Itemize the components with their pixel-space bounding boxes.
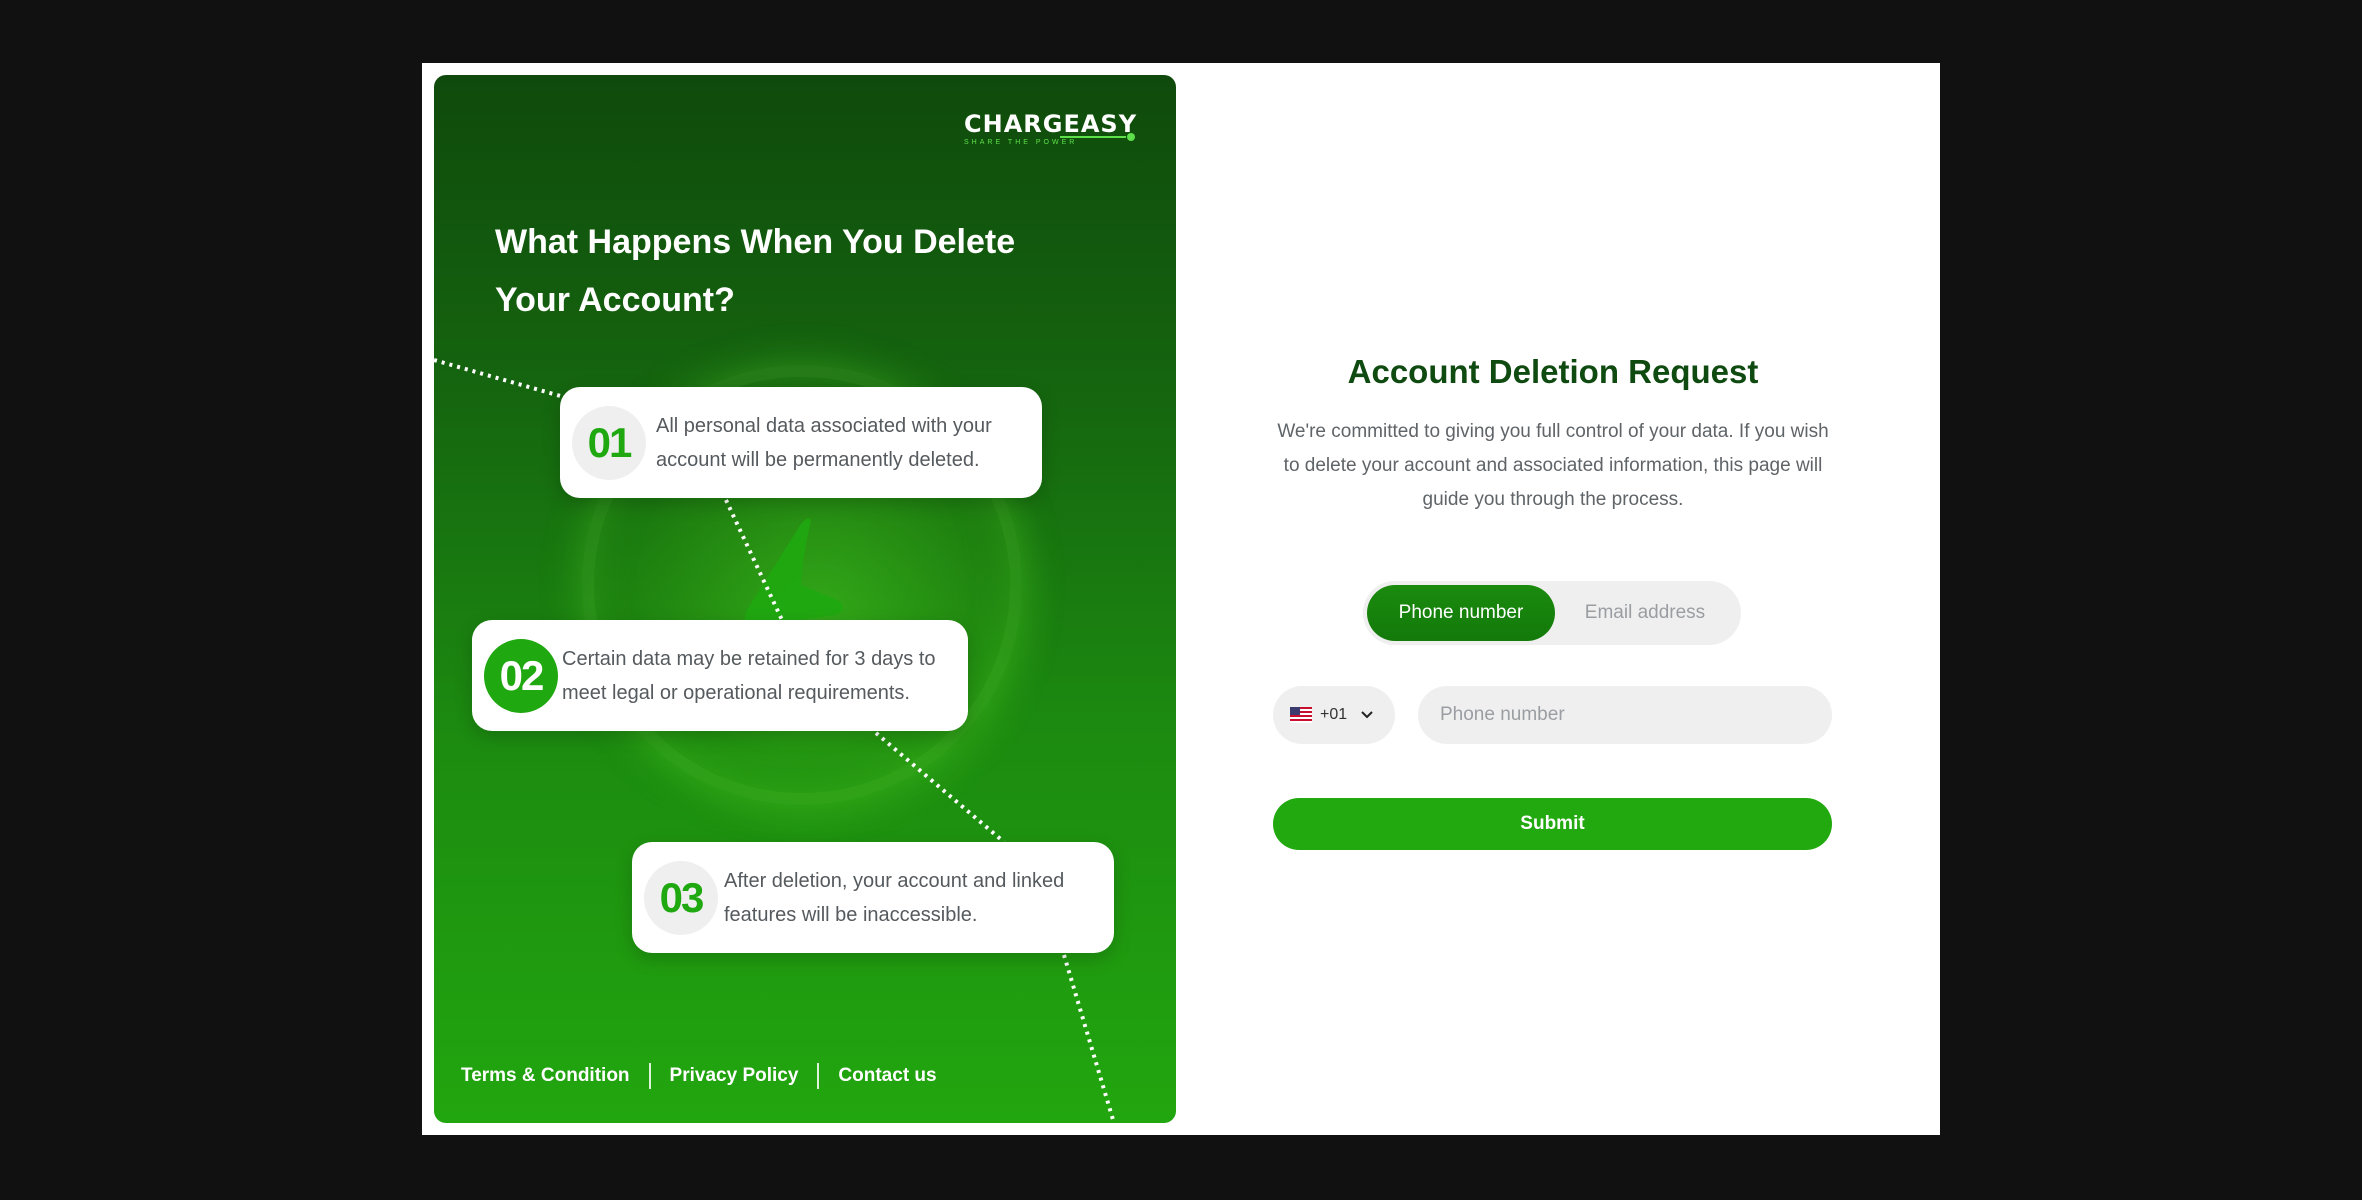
promo-title: What Happens When You Delete Your Accoun…	[495, 223, 1016, 319]
terms-link[interactable]: Terms & Condition	[461, 1065, 630, 1087]
dial-code: +01	[1320, 706, 1348, 723]
step-number: 02	[484, 638, 558, 713]
footer-divider	[817, 1063, 820, 1089]
us-flag-icon	[1290, 707, 1312, 723]
step-card-3: 03 After deletion, your account and link…	[632, 842, 1114, 953]
chevron-down-icon	[1361, 711, 1373, 719]
page-frame: CHARGEASY SHARE THE POWER What Happens W…	[422, 63, 1940, 1135]
step-text: All personal data associated with your a…	[656, 414, 992, 471]
footer-links: Terms & Condition Privacy Policy Contact…	[461, 1063, 937, 1089]
info-panel: CHARGEASY SHARE THE POWER What Happens W…	[434, 75, 1176, 1123]
email-address-tab[interactable]: Email address	[1555, 585, 1735, 641]
country-code-select[interactable]: +01	[1273, 686, 1395, 744]
plug-icon	[1060, 133, 1135, 141]
form-description: We're committed to giving you full contr…	[1277, 421, 1829, 510]
form-title: Account Deletion Request	[1347, 353, 1759, 390]
step-number: 01	[572, 405, 646, 480]
step-text: After deletion, your account and linked …	[724, 869, 1065, 926]
submit-button[interactable]: Submit	[1273, 798, 1832, 850]
step-card-2: 02 Certain data may be retained for 3 da…	[472, 620, 968, 731]
footer-divider	[648, 1063, 651, 1089]
step-text: Certain data may be retained for 3 days …	[562, 647, 936, 704]
privacy-policy-link[interactable]: Privacy Policy	[670, 1065, 799, 1087]
step-number: 03	[644, 860, 718, 935]
step-card-1: 01 All personal data associated with you…	[560, 387, 1042, 498]
contact-us-link[interactable]: Contact us	[838, 1065, 936, 1087]
phone-number-input[interactable]	[1418, 686, 1832, 744]
contact-method-toggle: Phone number Email address	[1363, 581, 1741, 645]
chargeasy-logo: CHARGEASY SHARE THE POWER	[964, 111, 1140, 151]
phone-number-tab[interactable]: Phone number	[1367, 585, 1555, 641]
